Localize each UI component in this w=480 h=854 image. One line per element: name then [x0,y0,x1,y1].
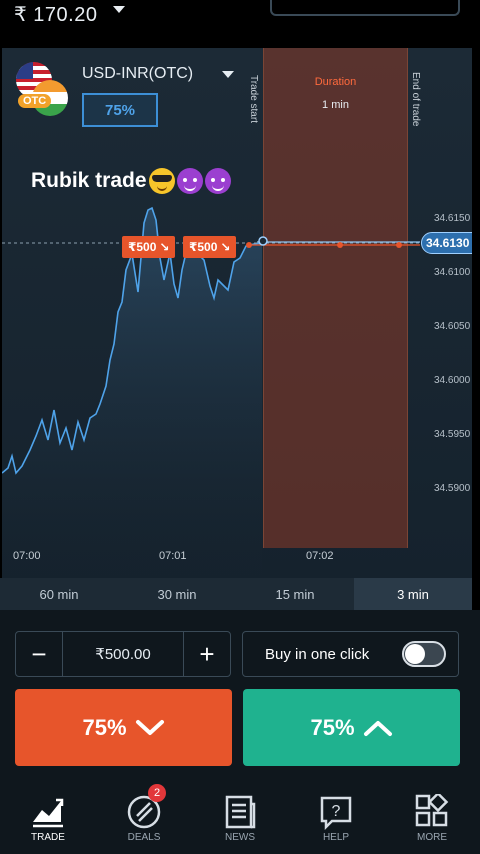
trade-panel: − ₹500.00 + Buy in one click 75% 75% TRA… [0,610,480,854]
timeframe-selector: 60 min 30 min 15 min 3 min [0,578,472,610]
time-tick: 07:02 [306,550,334,562]
price-chart[interactable]: Duration 1 min Trade start End of trade … [2,48,472,578]
increase-amount-button[interactable]: + [184,632,230,676]
deals-count-badge: 2 [148,784,166,802]
open-trade-tag[interactable]: ₹500 ↘ [122,236,176,258]
asset-flags[interactable]: OTC [16,62,72,118]
trade-amount: ₹500 [128,240,157,254]
arrow-down-right-icon: ↘ [220,240,231,254]
timeframe-30min[interactable]: 30 min [118,578,236,610]
up-payout: 75% [310,714,355,740]
price-tick: 34.5950 [434,429,471,440]
overlay-caption: Rubik trade [31,168,231,194]
buy-up-button[interactable]: 75% [243,689,460,766]
one-click-setting[interactable]: Buy in one click [242,631,459,677]
top-bar: ₹ 170.20 [0,0,480,48]
sell-down-button[interactable]: 75% [15,689,232,766]
trade-point [396,242,402,248]
time-tick: 07:00 [13,550,41,562]
open-trade-tag[interactable]: ₹500 ↘ [183,236,237,258]
chevron-up-icon [363,720,392,736]
amount-input[interactable]: ₹500.00 [62,632,184,676]
price-tick: 34.6050 [434,321,471,332]
trade-point [246,242,252,248]
nav-deals[interactable]: 2 DEALS [96,778,192,854]
decrease-amount-button[interactable]: − [16,632,62,676]
svg-text:?: ? [332,803,341,820]
devil-emoji-icon [176,168,203,194]
balance-dropdown-icon[interactable] [113,6,125,13]
nav-label: NEWS [225,832,255,842]
bottom-nav: TRADE 2 DEALS NEWS ? HELP MORE [0,778,480,854]
otc-badge: OTC [18,94,52,108]
timeframe-3min[interactable]: 3 min [354,578,472,610]
devil-emoji-icon [204,168,231,194]
current-price-label: 34.6130 [421,232,472,254]
chevron-down-icon [135,719,164,735]
nav-help[interactable]: ? HELP [288,778,384,854]
top-action-button[interactable] [270,0,460,16]
price-tick: 34.6100 [434,267,471,278]
asset-dropdown-icon[interactable] [222,71,234,78]
price-tick: 34.6000 [434,375,471,386]
trade-amount: ₹500 [189,240,218,254]
overlay-text: Rubik trade [31,169,147,192]
price-tick: 34.6150 [434,213,471,224]
timeframe-60min[interactable]: 60 min [0,578,118,610]
nav-label: MORE [417,832,447,842]
amount-stepper: − ₹500.00 + [15,631,231,677]
nav-label: DEALS [127,832,161,842]
nav-label: TRADE [31,832,65,842]
balance-value[interactable]: ₹ 170.20 [14,2,97,27]
price-area [2,208,262,578]
nav-label: HELP [322,832,350,842]
chart-trend-icon [33,798,64,828]
price-tick: 34.5900 [434,483,471,494]
help-icon: ? [320,796,352,830]
timeframe-15min[interactable]: 15 min [236,578,354,610]
more-grid-icon [415,794,449,827]
arrow-down-right-icon: ↘ [159,240,170,254]
one-click-label: Buy in one click [265,645,370,663]
one-click-toggle[interactable] [402,641,446,667]
trade-point [337,242,343,248]
nav-more[interactable]: MORE [384,778,480,854]
nav-trade[interactable]: TRADE [0,778,96,854]
down-payout: 75% [82,714,127,740]
payout-percent: 75% [82,93,158,127]
news-icon [225,795,256,829]
nav-news[interactable]: NEWS [192,778,288,854]
price-line-svg [2,206,420,578]
sunglasses-emoji-icon [148,168,175,194]
live-point [258,236,268,246]
asset-pair[interactable]: USD-INR(OTC) [82,65,193,83]
toggle-knob [405,644,425,664]
time-tick: 07:01 [159,550,187,562]
